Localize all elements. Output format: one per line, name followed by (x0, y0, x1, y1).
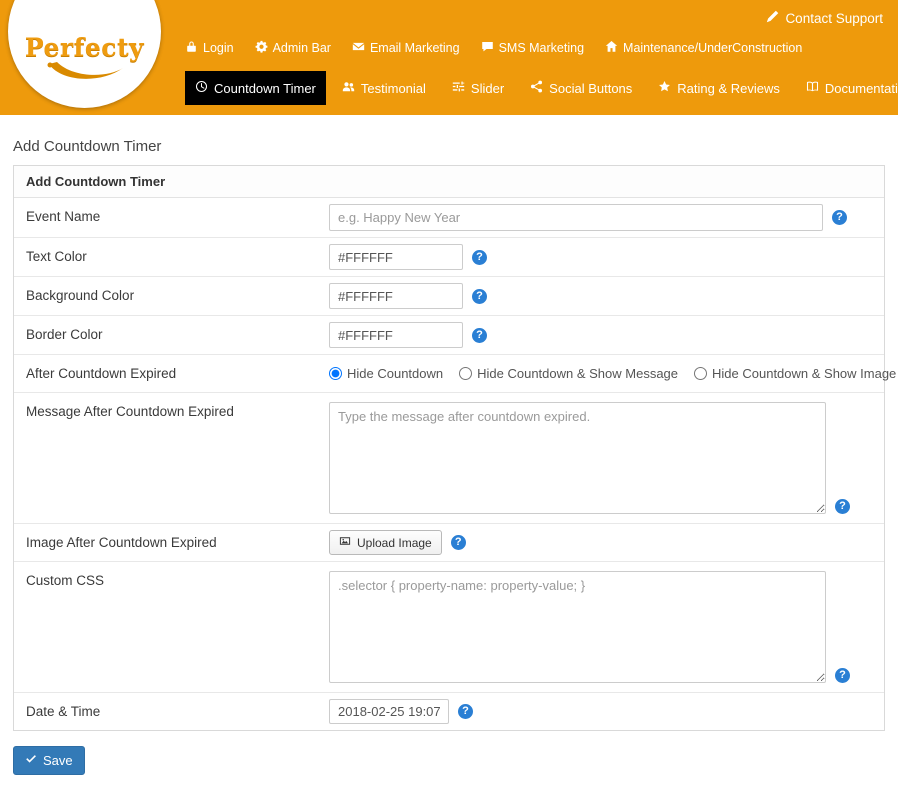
nav-email-marketing[interactable]: Email Marketing (352, 40, 460, 56)
check-icon (25, 753, 37, 768)
users-icon (342, 80, 355, 96)
form-row-after-countdown-expired: After Countdown Expired Hide Countdown H… (14, 354, 896, 392)
help-icon-custom-css[interactable]: ? (835, 668, 850, 683)
nav-sms-marketing-label: SMS Marketing (498, 41, 585, 55)
help-icon-message[interactable]: ? (835, 499, 850, 514)
panel-title: Add Countdown Timer (14, 166, 884, 198)
tab-countdown-timer[interactable]: Countdown Timer (185, 71, 326, 105)
form-row-image: Image After Countdown Expired Upload Ima… (14, 523, 884, 561)
lock-icon (185, 40, 198, 56)
custom-css-textarea[interactable] (329, 571, 826, 683)
gear-icon (255, 40, 268, 56)
tab-rating-reviews[interactable]: Rating & Reviews (648, 71, 790, 105)
form-row-date-time: Date & Time ? (14, 692, 884, 730)
help-icon-date-time[interactable]: ? (458, 704, 473, 719)
star-icon (658, 80, 671, 96)
logo-text: Perfecty (24, 33, 145, 62)
add-countdown-timer-panel: Add Countdown Timer Event Name ? Text Co… (13, 165, 896, 731)
tab-testimonial[interactable]: Testimonial (332, 71, 436, 105)
clock-icon (195, 80, 208, 96)
sliders-icon (452, 80, 465, 96)
border-color-input[interactable] (329, 322, 463, 348)
after-countdown-expired-label: After Countdown Expired (26, 366, 177, 381)
radio-hide-countdown-label: Hide Countdown (347, 366, 444, 381)
radio-hide-show-image-label: Hide Countdown & Show Image (712, 366, 897, 381)
share-icon (530, 80, 543, 96)
tab-testimonial-label: Testimonial (360, 80, 426, 96)
nav-sms-marketing[interactable]: SMS Marketing (481, 40, 584, 56)
message-textarea[interactable] (329, 402, 826, 514)
radio-hide-show-message-label: Hide Countdown & Show Message (477, 366, 679, 381)
form-row-message: Message After Countdown Expired ? (14, 392, 884, 523)
upload-image-button-label: Upload Image (357, 535, 432, 550)
save-button-label: Save (43, 753, 73, 768)
tab-rating-reviews-label: Rating & Reviews (677, 80, 780, 96)
logo-hand-swoosh (47, 62, 123, 79)
text-color-input[interactable] (329, 244, 463, 270)
background-color-label: Background Color (26, 288, 135, 303)
nav-admin-bar-label: Admin Bar (272, 41, 331, 55)
form-row-custom-css: Custom CSS ? (14, 561, 884, 692)
border-color-label: Border Color (26, 327, 103, 342)
background-color-input[interactable] (329, 283, 463, 309)
date-time-input[interactable] (329, 699, 449, 724)
event-name-input[interactable] (329, 204, 823, 231)
radio-hide-show-message[interactable]: Hide Countdown & Show Message (459, 366, 678, 381)
form-row-background-color: Background Color ? (14, 276, 884, 315)
tab-countdown-timer-label: Countdown Timer (214, 80, 316, 96)
header: Contact Support Perfecty Login Admin Bar… (0, 0, 898, 115)
nav-email-marketing-label: Email Marketing (369, 41, 460, 55)
tab-slider-label: Slider (470, 80, 505, 96)
event-name-label: Event Name (26, 209, 101, 224)
secondary-nav: Countdown Timer Testimonial Slider Socia… (185, 71, 898, 105)
custom-css-label: Custom CSS (26, 573, 105, 588)
save-button[interactable]: Save (13, 746, 85, 775)
form-row-border-color: Border Color ? (14, 315, 884, 354)
home-icon (605, 40, 618, 56)
message-label: Message After Countdown Expired (26, 404, 234, 419)
after-countdown-radio-group: Hide Countdown Hide Countdown & Show Mes… (329, 366, 896, 381)
nav-maintenance-label: Maintenance/UnderConstruction (623, 41, 803, 55)
radio-hide-show-image[interactable]: Hide Countdown & Show Image (694, 366, 896, 381)
image-label: Image After Countdown Expired (26, 535, 217, 550)
form-row-event-name: Event Name ? (14, 198, 884, 237)
help-icon-text-color[interactable]: ? (472, 249, 487, 265)
primary-nav: Login Admin Bar Email Marketing SMS Mark… (185, 0, 898, 56)
contact-support-link[interactable]: Contact Support (766, 10, 883, 26)
form-row-text-color: Text Color ? (14, 237, 884, 276)
tab-slider[interactable]: Slider (442, 71, 514, 105)
envelope-icon (352, 40, 365, 56)
page-title: Add Countdown Timer (13, 138, 162, 155)
tab-documentation[interactable]: Documentation (796, 71, 898, 105)
pencil-icon (766, 10, 779, 26)
nav-login-label: Login (203, 41, 234, 55)
upload-image-button[interactable]: Upload Image (329, 530, 442, 555)
tab-documentation-label: Documentation (824, 80, 898, 96)
help-icon-border-color[interactable]: ? (472, 327, 487, 343)
logo[interactable]: Perfecty (8, 0, 161, 108)
text-color-label: Text Color (26, 249, 87, 264)
contact-support-label: Contact Support (785, 10, 883, 26)
comment-icon (481, 40, 494, 56)
help-icon-background-color[interactable]: ? (472, 288, 487, 304)
tab-social-buttons[interactable]: Social Buttons (520, 71, 642, 105)
radio-hide-show-image-input[interactable] (694, 367, 708, 380)
tab-social-buttons-label: Social Buttons (549, 80, 633, 96)
nav-login[interactable]: Login (185, 40, 234, 56)
radio-hide-countdown-input[interactable] (329, 367, 342, 380)
book-icon (806, 80, 819, 96)
help-icon-image[interactable]: ? (450, 535, 466, 550)
help-icon-event-name[interactable]: ? (832, 210, 847, 225)
radio-hide-countdown[interactable]: Hide Countdown (329, 366, 443, 381)
nav-admin-bar[interactable]: Admin Bar (255, 40, 331, 56)
radio-hide-show-message-input[interactable] (459, 367, 473, 380)
main-content: Add Countdown Timer Add Countdown Timer … (0, 138, 898, 805)
nav-maintenance[interactable]: Maintenance/UnderConstruction (605, 40, 802, 56)
image-icon (339, 535, 351, 550)
date-time-label: Date & Time (26, 704, 101, 719)
